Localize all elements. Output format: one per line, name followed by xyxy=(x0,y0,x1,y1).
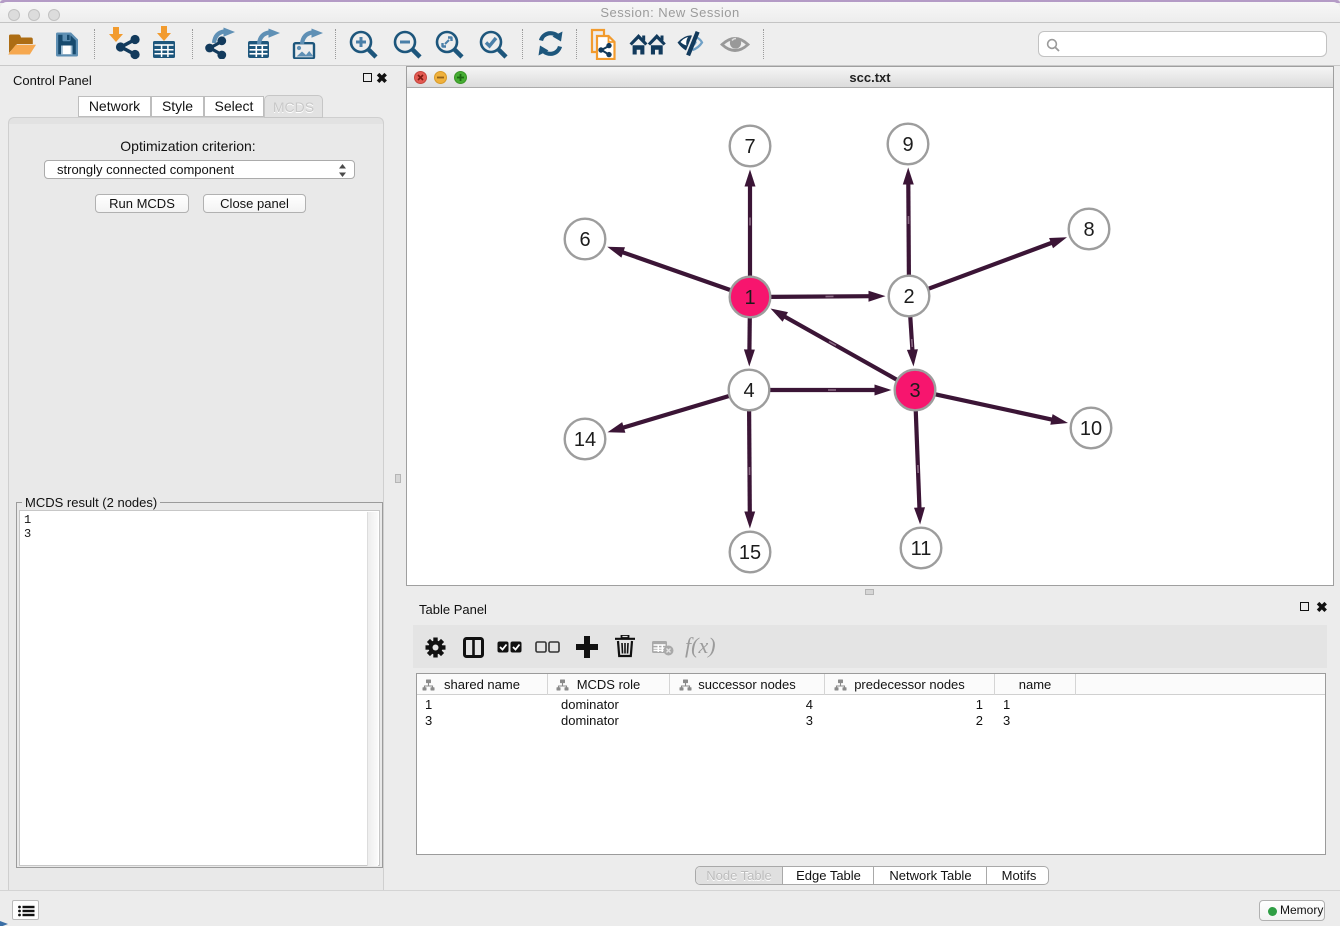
svg-text:7: 7 xyxy=(744,136,755,158)
svg-text:8: 8 xyxy=(1083,219,1094,241)
svg-text:1: 1 xyxy=(744,287,755,309)
svg-text:6: 6 xyxy=(579,229,590,251)
svg-text:14: 14 xyxy=(574,429,596,451)
svg-text:9: 9 xyxy=(902,134,913,156)
svg-text:4: 4 xyxy=(743,380,754,402)
svg-text:3: 3 xyxy=(909,380,920,402)
svg-text:10: 10 xyxy=(1080,418,1102,440)
svg-text:11: 11 xyxy=(911,538,932,560)
svg-text:15: 15 xyxy=(739,542,761,564)
svg-text:2: 2 xyxy=(903,286,914,308)
